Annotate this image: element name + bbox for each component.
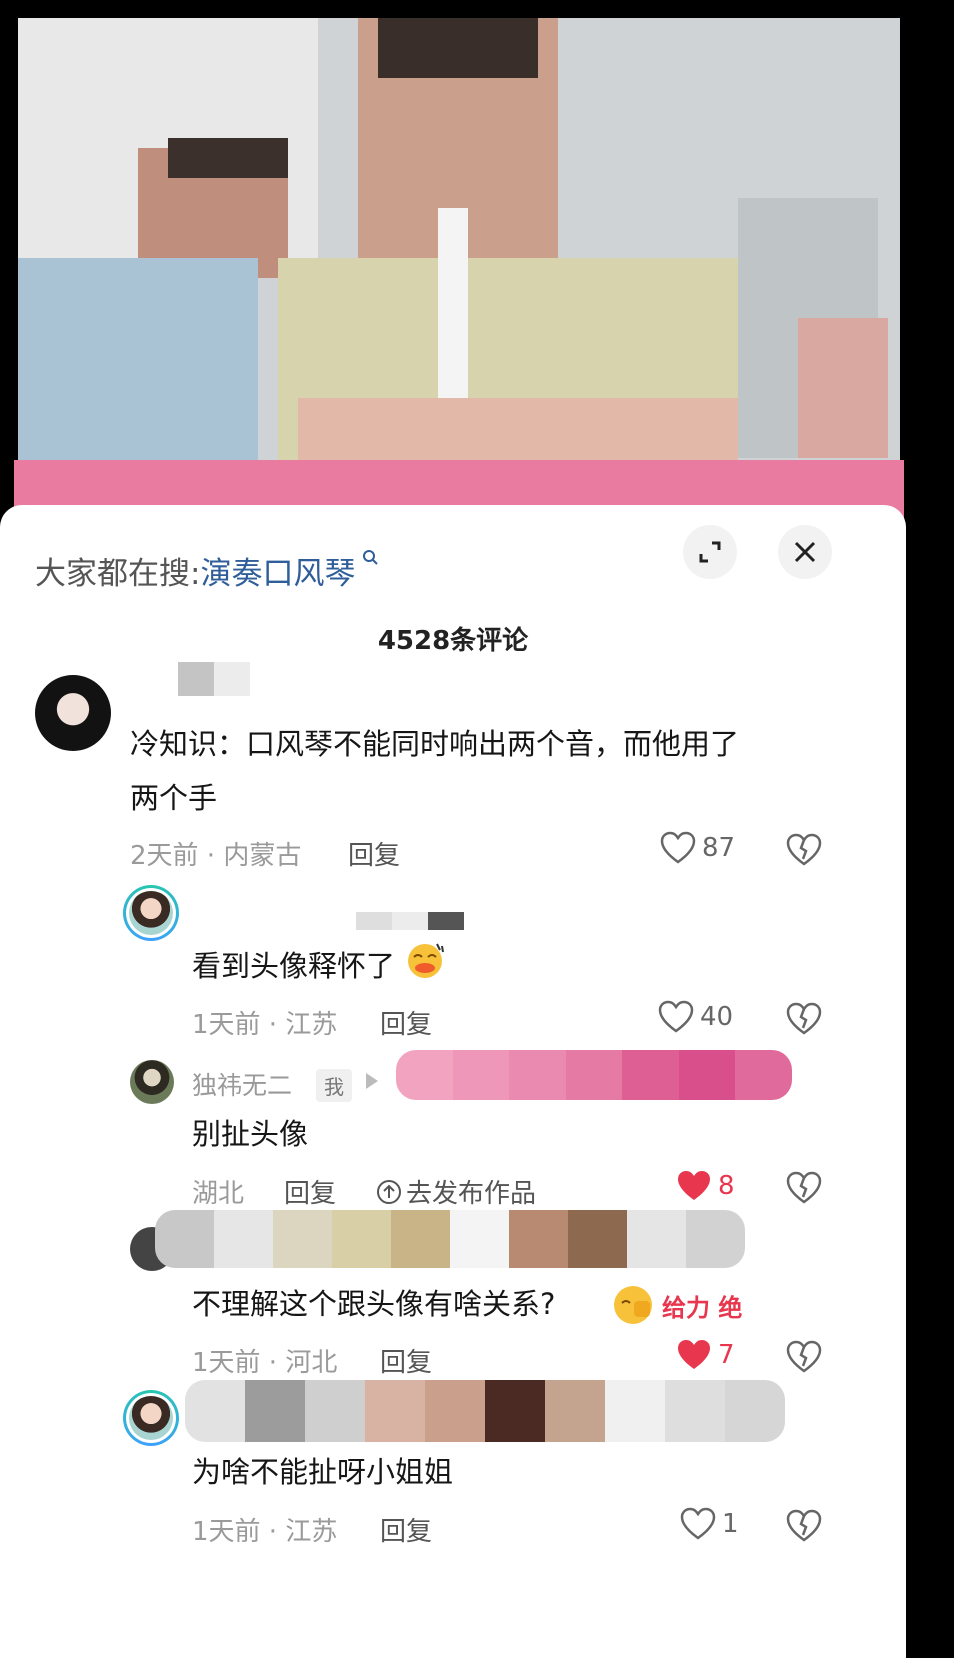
dislike-button[interactable]: [786, 1002, 822, 1040]
publish-work-button[interactable]: 去发布作品: [376, 1173, 536, 1210]
reply-button[interactable]: 回复: [348, 835, 400, 872]
heart-icon: [660, 831, 696, 864]
me-tag: 我: [316, 1069, 352, 1102]
dislike-button[interactable]: [786, 1171, 822, 1209]
search-icon: [355, 548, 379, 572]
username-redacted: [155, 1210, 745, 1268]
like-button[interactable]: 1: [680, 1507, 739, 1541]
comment-meta: 1天前 · 河北: [192, 1348, 338, 1378]
comment-meta: 2天前 · 内蒙古: [130, 841, 302, 871]
video-hand-block: [798, 318, 888, 458]
avatar[interactable]: [123, 885, 179, 941]
like-count: 8: [718, 1171, 735, 1201]
heart-icon: [678, 1340, 710, 1369]
heart-icon: [678, 1171, 710, 1200]
like-button[interactable]: 8: [676, 1169, 735, 1203]
broken-heart-icon: [786, 1002, 822, 1035]
emoji-thumbs-icon: [614, 1286, 652, 1324]
dislike-button[interactable]: [786, 833, 822, 871]
avatar[interactable]: [123, 1390, 179, 1446]
trending-search-label: 大家都在搜:: [35, 556, 201, 592]
username-redacted: [178, 662, 214, 696]
comment-count: 4528条评论: [377, 626, 529, 656]
comment-text: 别扯头像: [192, 1117, 309, 1151]
collapse-icon: [699, 541, 721, 563]
username[interactable]: 独祎无二: [192, 1066, 292, 1102]
comment-text-cont: 两个手: [130, 781, 218, 815]
collapse-button[interactable]: [683, 525, 737, 579]
username-redacted: [392, 912, 428, 930]
sticker: 给力 绝: [610, 1283, 742, 1327]
video-player[interactable]: [18, 18, 900, 518]
publish-work-label: 去发布作品: [406, 1179, 537, 1209]
reply-button[interactable]: 回复: [380, 1511, 432, 1548]
upload-icon: [377, 1179, 401, 1204]
like-button[interactable]: 7: [676, 1338, 735, 1372]
comment-location: 湖北: [192, 1179, 245, 1209]
avatar[interactable]: [130, 1060, 174, 1104]
username-redacted: [185, 1380, 785, 1442]
heart-icon: [680, 1507, 716, 1540]
trending-search[interactable]: 大家都在搜:演奏口风琴: [35, 548, 380, 593]
like-count: 1: [722, 1509, 739, 1539]
username-redacted: [428, 912, 464, 930]
emoji-smirk-icon: [404, 941, 446, 996]
trending-search-keyword[interactable]: 演奏口风琴: [200, 556, 355, 592]
video-hair-block: [378, 18, 538, 78]
broken-heart-icon: [786, 1171, 822, 1204]
heart-icon: [658, 1000, 694, 1033]
video-hair-block-2: [168, 138, 288, 178]
like-button[interactable]: 40: [658, 1000, 733, 1034]
video-instrument-tube: [438, 208, 468, 408]
like-count: 40: [700, 1002, 734, 1032]
dislike-button[interactable]: [786, 1509, 822, 1547]
reply-button[interactable]: 回复: [284, 1173, 336, 1210]
username-redacted: [356, 912, 392, 930]
comment-text: 冷知识：口风琴不能同时响出两个音，而他用了: [130, 727, 740, 761]
comment-text: 为啥不能扯呀小姐姐: [192, 1455, 454, 1489]
broken-heart-icon: [786, 833, 822, 866]
broken-heart-icon: [786, 1340, 822, 1373]
comment-panel: 大家都在搜:演奏口风琴 4528条评论 冷知识：口风琴不能同时响出两个音，而他用…: [0, 505, 906, 1658]
broken-heart-icon: [786, 1509, 822, 1542]
comment-meta: 1天前 · 江苏: [192, 1517, 338, 1547]
close-button[interactable]: [778, 525, 832, 579]
username-redacted: [214, 662, 250, 696]
comment-text: 看到头像释怀了: [192, 939, 446, 996]
reply-target-redacted: [396, 1050, 792, 1100]
play-arrow-icon: [366, 1073, 378, 1089]
like-count: 87: [702, 833, 736, 863]
reply-button[interactable]: 回复: [380, 1342, 432, 1379]
dislike-button[interactable]: [786, 1340, 822, 1378]
like-button[interactable]: 87: [660, 831, 735, 865]
comment-text: 不理解这个跟头像有啥关系?: [192, 1287, 556, 1321]
close-icon: [794, 541, 816, 563]
like-count: 7: [718, 1340, 735, 1370]
sticker-text: 给力 绝: [662, 1293, 743, 1322]
reply-button[interactable]: 回复: [380, 1004, 432, 1041]
comment-text-content: 看到头像释怀了: [192, 949, 396, 983]
avatar[interactable]: [35, 675, 111, 751]
comment-meta: 1天前 · 江苏: [192, 1010, 338, 1040]
